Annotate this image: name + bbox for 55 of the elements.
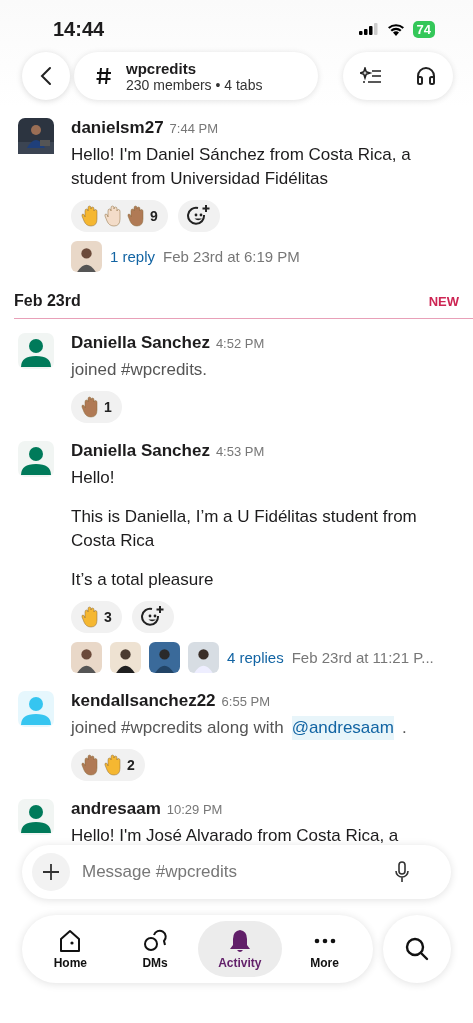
mention-link[interactable]: @andresaam [291,716,394,740]
message-text: Hello! I'm Daniel Sánchez from Costa Rica, a student from Universidad Fidélitas [71,144,412,190]
add-reaction-button[interactable] [177,200,220,232]
add-button[interactable] [32,853,70,891]
tab[interactable]: DMs [112,921,198,977]
channel-subtitle: 230 members • 4 tabs [126,76,263,93]
status-time: 14:44 [53,17,105,41]
back-button[interactable] [22,52,70,100]
author-name[interactable]: andresaam [71,799,161,819]
add-emoji-icon [140,605,165,629]
message-text: Hello! I'm José Alvarado from Costa Rica, a [71,825,399,847]
reaction-pill[interactable]: 3 [71,601,122,633]
last-reply-time: Feb 23rd at 11:21 P... [291,649,434,666]
author-name[interactable]: danielsm27 [71,118,164,138]
author-name[interactable]: kendallsanchez22 [71,691,216,711]
reaction-pill[interactable]: 9 [71,200,168,232]
reaction-pill[interactable]: 1 [71,391,122,423]
add-emoji-icon [186,204,211,228]
message-text: It’s a total pleasure [71,569,215,591]
message-text: Hello! [71,467,116,489]
hash-icon [96,67,112,85]
message-time: 6:55 PM [221,694,270,709]
last-reply-time: Feb 23rd at 6:19 PM [163,248,300,265]
chat-bubbles-icon [142,928,169,954]
tab[interactable]: More [282,921,367,977]
tab[interactable]: Home [28,921,113,977]
message-input[interactable]: Message #wpcredits [80,861,385,883]
headphones-icon[interactable] [416,66,436,86]
wifi-icon [386,22,405,36]
microphone-icon[interactable] [395,861,409,883]
tab[interactable]: Activity [197,921,283,977]
message-text: joined #wpcredits. [71,359,209,381]
sparkle-list-icon[interactable] [360,67,382,85]
author-name[interactable]: Daniella Sanchez [71,441,210,461]
battery-level: 74 [412,20,435,38]
message-time: 10:29 PM [166,802,223,817]
message-time: 4:52 PM [215,336,265,351]
message-text: joined #wpcredits along with @andresaam . [71,716,407,740]
back-icon [40,66,52,86]
date-divider: Feb 23rd [14,292,81,310]
new-label: NEW [428,293,459,309]
replies-link[interactable]: 4 replies [227,649,284,666]
channel-name: wpcredits [126,59,198,77]
channel-header[interactable]: wpcredits 230 members • 4 tabs [74,52,318,100]
message-time: 7:44 PM [169,121,219,136]
author-name[interactable]: Daniella Sanchez [71,333,210,353]
reaction-pill[interactable]: 2 [71,749,145,781]
replies-link[interactable]: 1 reply [110,248,156,265]
search-icon [404,936,430,962]
search-button[interactable] [383,915,451,983]
message-time: 4:53 PM [215,444,265,459]
plus-icon [42,863,60,881]
message-text: This is Daniella, I’m a U Fidélitas student from Costa Rica [71,506,418,552]
signal-icon [358,23,379,35]
add-reaction-button[interactable] [131,601,174,633]
